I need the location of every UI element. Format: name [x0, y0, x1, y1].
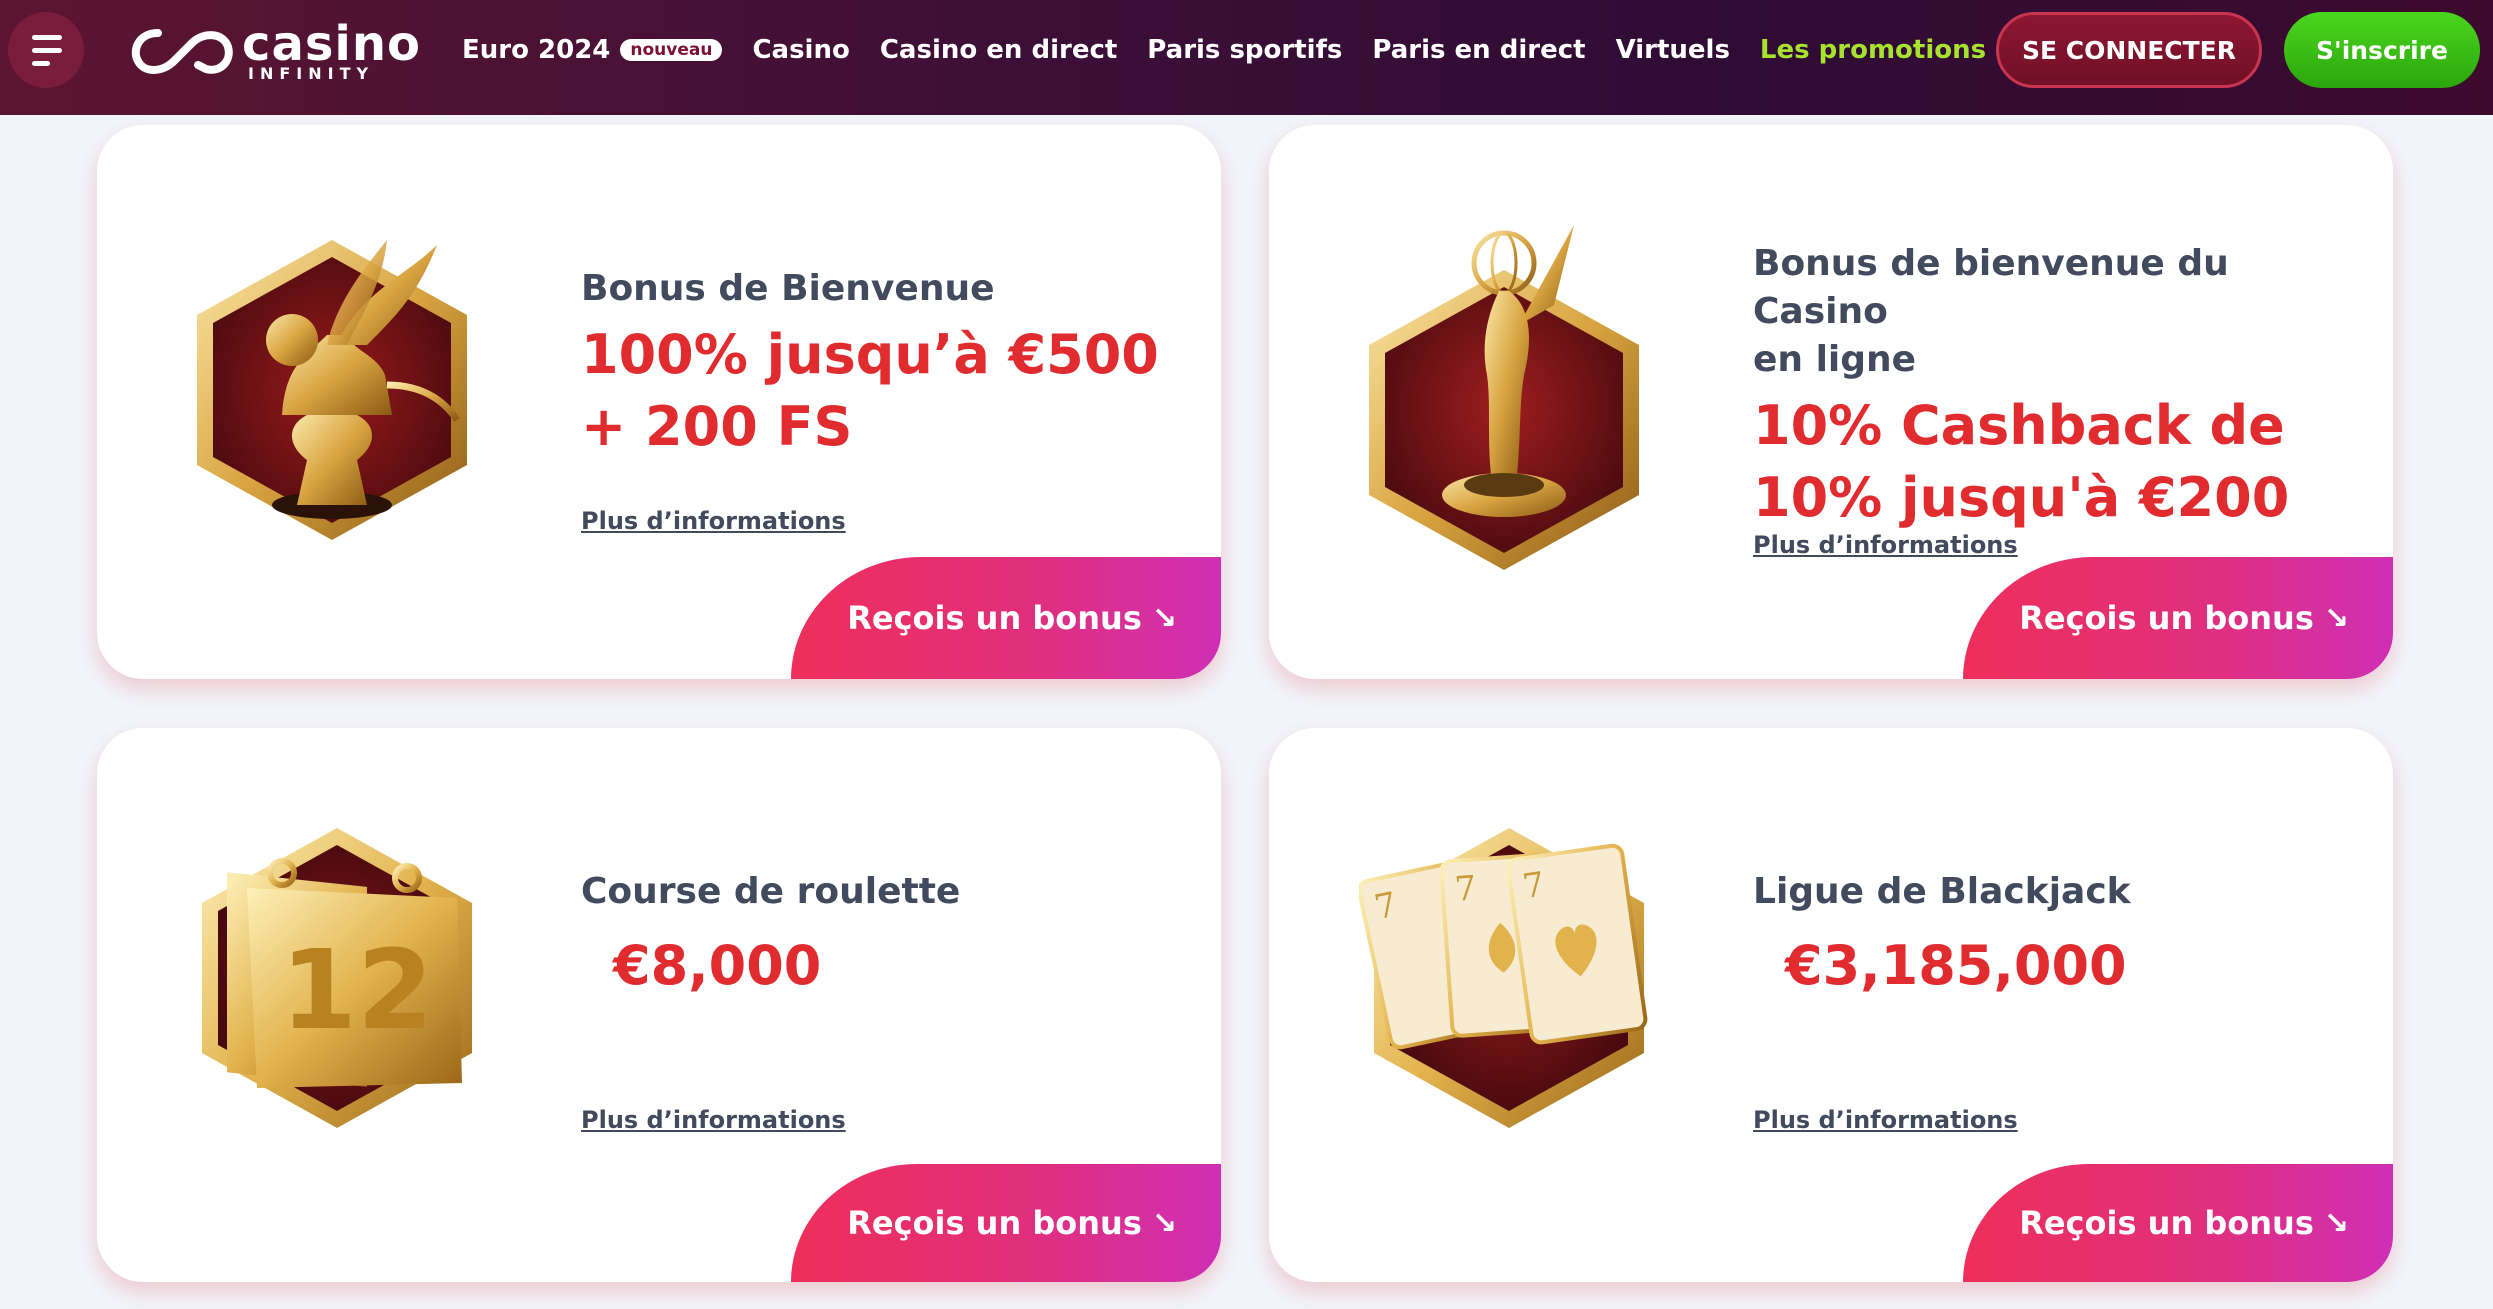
promo-card-online-casino-bonus: Bonus de bienvenue du Casino en ligne 10… [1269, 125, 2393, 679]
get-bonus-button[interactable]: Reçois un bonus ↘ [1963, 557, 2393, 679]
nav-item-casino[interactable]: Casino [752, 35, 849, 65]
nav-item-live-betting[interactable]: Paris en direct [1372, 35, 1585, 65]
arrow-down-right-icon: ↘ [1151, 1205, 1177, 1241]
menu-line-icon [32, 60, 50, 66]
hamburger-menu-button[interactable] [8, 12, 84, 88]
get-bonus-button[interactable]: Reçois un bonus ↘ [791, 557, 1221, 679]
card-amount: 10% Cashback de 10% jusqu'à €200 [1753, 390, 2353, 534]
card-title-line: en ligne [1753, 339, 1917, 380]
golden-winged-lion-icon [187, 205, 477, 575]
card-amount: €8,000 [613, 934, 822, 997]
card-title: Bonus de Bienvenue [581, 268, 995, 309]
infinity-logo-icon [131, 29, 233, 74]
menu-line-icon [32, 47, 62, 53]
get-bonus-button[interactable]: Reçois un bonus ↘ [1963, 1164, 2393, 1282]
new-badge: nouveau [620, 39, 723, 61]
cta-label: Reçois un bonus [2019, 599, 2314, 637]
card-title: Bonus de bienvenue du Casino en ligne [1753, 240, 2353, 384]
cta-label: Reçois un bonus [2019, 1204, 2314, 1242]
card-amount: €3,185,000 [1785, 934, 2127, 997]
arrow-down-right-icon: ↘ [2323, 1205, 2349, 1241]
cta-label: Reçois un bonus [847, 599, 1142, 637]
card-title-line: Bonus de bienvenue du Casino [1753, 243, 2229, 332]
menu-line-icon [32, 34, 62, 40]
cta-label: Reçois un bonus [847, 1204, 1142, 1242]
nav-item-promotions[interactable]: Les promotions [1760, 35, 1986, 65]
card-amount-line: 10% Cashback de [1753, 394, 2285, 457]
golden-calendar-icon: 12 [187, 828, 477, 1198]
nav-item-euro-2024[interactable]: Euro 2024 nouveau [462, 35, 723, 65]
arrow-down-right-icon: ↘ [2323, 600, 2349, 636]
nav-item-label: Euro 2024 [462, 35, 611, 65]
card-amount-line: 10% jusqu'à €200 [1753, 466, 2290, 529]
main-nav: Euro 2024 nouveau Casino Casino en direc… [462, 30, 2016, 70]
card-title: Course de roulette [581, 871, 961, 912]
golden-trophy-statue-icon [1359, 205, 1649, 575]
login-button[interactable]: SE CONNECTER [1996, 12, 2262, 88]
more-info-link[interactable]: Plus d’informations [1753, 1106, 2018, 1134]
casino-infinity-logo[interactable]: casino INFINITY [128, 20, 421, 82]
card-rank-label: 7 [1453, 868, 1477, 909]
nav-item-virtuals[interactable]: Virtuels [1616, 35, 1730, 65]
card-amount-line: + 200 FS [581, 395, 853, 458]
promo-card-welcome-bonus: Bonus de Bienvenue 100% jusqu’à €500 + 2… [97, 125, 1221, 679]
nav-item-sports-betting[interactable]: Paris sportifs [1147, 35, 1342, 65]
more-info-link[interactable]: Plus d’informations [1753, 531, 2018, 559]
card-title: Ligue de Blackjack [1753, 871, 2131, 912]
card-amount: 100% jusqu’à €500 + 200 FS [581, 319, 1181, 463]
arrow-down-right-icon: ↘ [1151, 600, 1177, 636]
logo-wordmark: casino [242, 16, 422, 72]
promo-card-roulette-race: 12 Course de roulette €8,000 Plus d’info… [97, 728, 1221, 1282]
card-amount-line: 100% jusqu’à €500 [581, 323, 1159, 386]
calendar-number: 12 [280, 926, 433, 1054]
more-info-link[interactable]: Plus d’informations [581, 1106, 846, 1134]
top-navigation-bar: casino INFINITY Euro 2024 nouveau Casino… [0, 0, 2493, 115]
get-bonus-button[interactable]: Reçois un bonus ↘ [791, 1164, 1221, 1282]
nav-item-live-casino[interactable]: Casino en direct [880, 35, 1117, 65]
promo-card-blackjack-league: 7 7 7 Ligue de Blackjack €3,185,000 Plus… [1269, 728, 2393, 1282]
playing-cards-sevens-icon: 7 7 7 [1357, 828, 1649, 1198]
signup-button[interactable]: S'inscrire [2284, 12, 2480, 88]
more-info-link[interactable]: Plus d’informations [581, 507, 846, 535]
